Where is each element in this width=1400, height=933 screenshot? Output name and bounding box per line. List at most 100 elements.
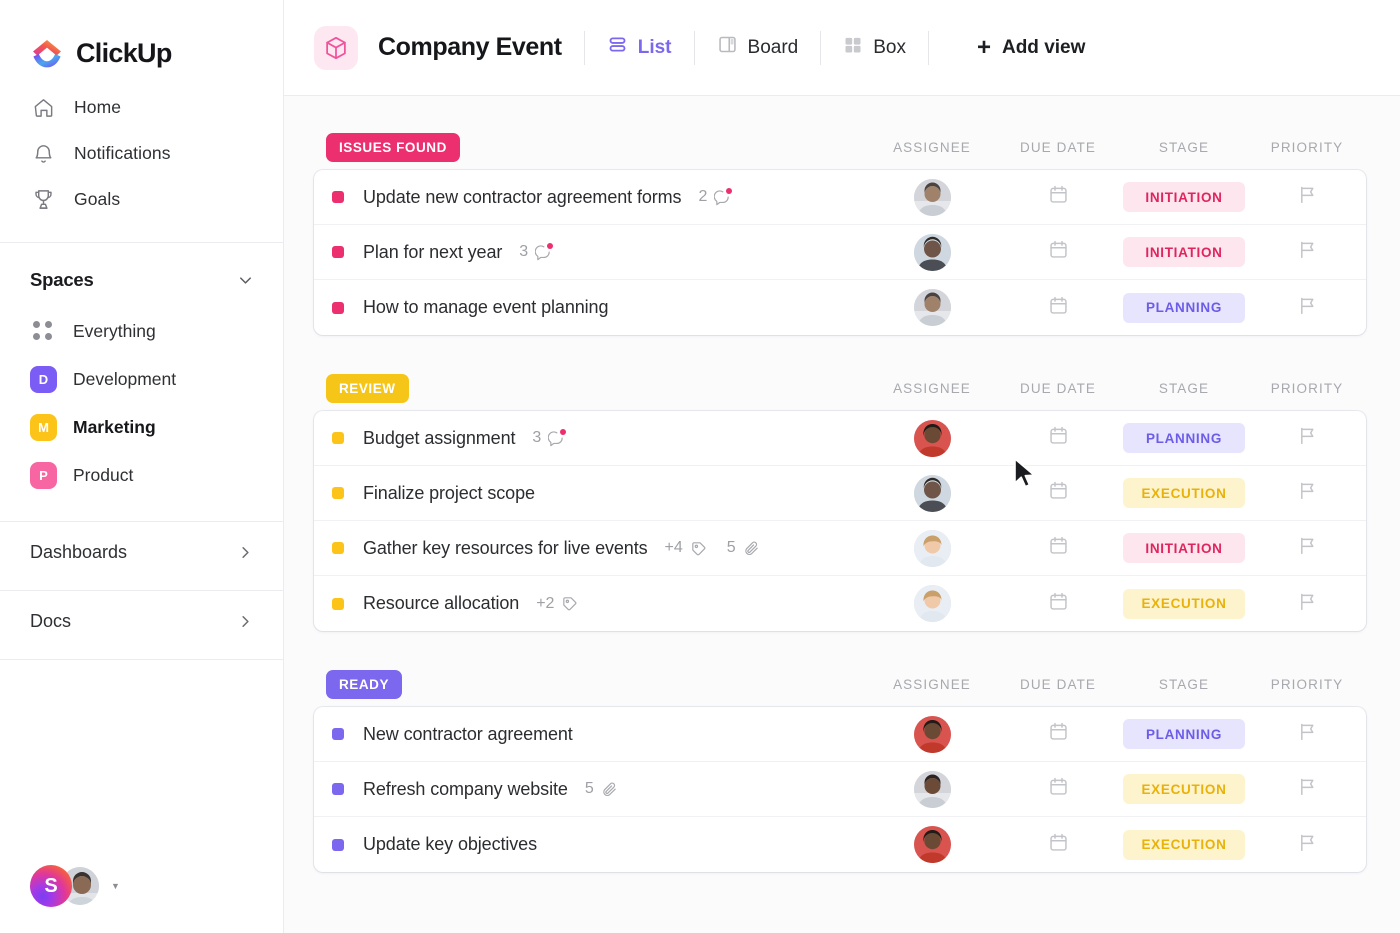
avatar[interactable] (913, 826, 951, 863)
task-main[interactable]: Refresh company website 5 (314, 779, 868, 800)
avatar[interactable] (913, 585, 951, 622)
task-main[interactable]: Gather key resources for live events +4 … (314, 538, 868, 559)
stage-cell[interactable]: PLANNING (1120, 719, 1248, 749)
stage-cell[interactable]: INITIATION (1120, 182, 1248, 212)
attachment-count[interactable]: 5 (585, 780, 618, 798)
tab-box[interactable]: Box (843, 35, 906, 61)
status-badge[interactable]: REVIEW (326, 373, 409, 403)
due-date-cell[interactable] (996, 832, 1120, 858)
status-dot[interactable] (332, 432, 344, 444)
task-main[interactable]: How to manage event planning (314, 297, 868, 318)
assignee-cell[interactable] (868, 289, 996, 326)
priority-cell[interactable] (1248, 591, 1366, 617)
assignee-cell[interactable] (868, 419, 996, 457)
caret-down-icon[interactable]: ▼ (111, 881, 120, 891)
tag-count[interactable]: +2 (536, 595, 578, 613)
stage-cell[interactable]: EXECUTION (1120, 774, 1248, 804)
table-row[interactable]: Resource allocation +2 EXECUTION (314, 576, 1366, 631)
table-row[interactable]: Plan for next year 3 INITIATION (314, 225, 1366, 280)
comment-count[interactable]: 3 (532, 428, 567, 447)
stage-cell[interactable]: INITIATION (1120, 237, 1248, 267)
priority-cell[interactable] (1248, 721, 1366, 747)
avatar[interactable] (913, 474, 951, 512)
task-main[interactable]: Update key objectives (314, 834, 868, 855)
sidebar-item-marketing[interactable]: M Marketing (0, 403, 283, 451)
avatar[interactable] (913, 529, 951, 567)
status-dot[interactable] (332, 728, 344, 740)
stage-badge[interactable]: EXECUTION (1123, 829, 1245, 860)
sidebar-item-product[interactable]: P Product (0, 451, 283, 499)
table-row[interactable]: How to manage event planning PLANNING (314, 280, 1366, 335)
due-date-cell[interactable] (996, 591, 1120, 617)
due-date-cell[interactable] (996, 425, 1120, 451)
assignee-cell[interactable] (868, 715, 996, 753)
status-badge[interactable]: READY (326, 669, 403, 699)
due-date-cell[interactable] (996, 295, 1120, 321)
status-badge[interactable]: ISSUES FOUND (326, 132, 460, 162)
priority-cell[interactable] (1248, 535, 1366, 561)
due-date-cell[interactable] (996, 480, 1120, 506)
assignee-cell[interactable] (868, 474, 996, 512)
status-dot[interactable] (332, 542, 344, 554)
priority-cell[interactable] (1248, 776, 1366, 802)
due-date-cell[interactable] (996, 776, 1120, 802)
workspace-avatar[interactable]: S (30, 865, 72, 907)
avatar[interactable] (913, 715, 951, 753)
sidebar-item-dashboards[interactable]: Dashboards (0, 522, 283, 582)
due-date-cell[interactable] (996, 721, 1120, 747)
chevron-down-icon[interactable] (236, 271, 255, 290)
assignee-cell[interactable] (868, 826, 996, 863)
priority-cell[interactable] (1248, 295, 1366, 321)
status-dot[interactable] (332, 301, 344, 314)
stage-cell[interactable]: PLANNING (1120, 292, 1248, 323)
stage-badge[interactable]: INITIATION (1123, 237, 1245, 267)
status-dot[interactable] (332, 191, 344, 203)
sidebar-item-home[interactable]: Home (0, 84, 283, 130)
avatar[interactable] (913, 233, 951, 271)
task-main[interactable]: Plan for next year 3 (314, 242, 868, 263)
task-main[interactable]: Budget assignment 3 (314, 428, 868, 449)
stage-badge[interactable]: EXECUTION (1123, 588, 1245, 619)
table-row[interactable]: Gather key resources for live events +4 … (314, 521, 1366, 576)
stage-badge[interactable]: INITIATION (1123, 533, 1245, 563)
sidebar-item-development[interactable]: D Development (0, 355, 283, 403)
table-row[interactable]: New contractor agreement PLANNING (314, 707, 1366, 762)
table-row[interactable]: Update key objectives EXECUTION (314, 817, 1366, 872)
task-main[interactable]: Finalize project scope (314, 483, 868, 504)
stage-badge[interactable]: EXECUTION (1123, 478, 1245, 508)
stage-badge[interactable]: INITIATION (1123, 182, 1245, 212)
add-view-button[interactable]: + Add view (977, 35, 1085, 60)
comment-count[interactable]: 3 (519, 242, 554, 261)
table-row[interactable]: Budget assignment 3 PLANNING (314, 411, 1366, 466)
task-main[interactable]: Resource allocation +2 (314, 593, 868, 614)
stage-cell[interactable]: INITIATION (1120, 533, 1248, 563)
avatar[interactable] (913, 178, 951, 216)
assignee-cell[interactable] (868, 529, 996, 567)
task-main[interactable]: New contractor agreement (314, 724, 868, 745)
due-date-cell[interactable] (996, 184, 1120, 210)
assignee-cell[interactable] (868, 585, 996, 622)
stage-cell[interactable]: EXECUTION (1120, 588, 1248, 619)
tag-count[interactable]: +4 (665, 539, 707, 557)
tab-list[interactable]: List (607, 34, 672, 61)
brand-logo[interactable]: ClickUp (0, 0, 283, 78)
priority-cell[interactable] (1248, 184, 1366, 210)
avatar[interactable] (913, 770, 951, 808)
task-main[interactable]: Update new contractor agreement forms 2 (314, 187, 868, 208)
priority-cell[interactable] (1248, 239, 1366, 265)
stage-badge[interactable]: EXECUTION (1123, 774, 1245, 804)
stage-cell[interactable]: PLANNING (1120, 423, 1248, 453)
sidebar-item-docs[interactable]: Docs (0, 591, 283, 651)
sidebar-item-everything[interactable]: Everything (0, 307, 283, 355)
due-date-cell[interactable] (996, 239, 1120, 265)
status-dot[interactable] (332, 487, 344, 499)
stage-cell[interactable]: EXECUTION (1120, 829, 1248, 860)
priority-cell[interactable] (1248, 425, 1366, 451)
attachment-count[interactable]: 5 (727, 539, 760, 557)
sidebar-item-goals[interactable]: Goals (0, 176, 283, 222)
table-row[interactable]: Finalize project scope EXECUTION (314, 466, 1366, 521)
spaces-header[interactable]: Spaces (0, 243, 283, 307)
stage-badge[interactable]: PLANNING (1123, 719, 1245, 749)
assignee-cell[interactable] (868, 770, 996, 808)
assignee-cell[interactable] (868, 178, 996, 216)
